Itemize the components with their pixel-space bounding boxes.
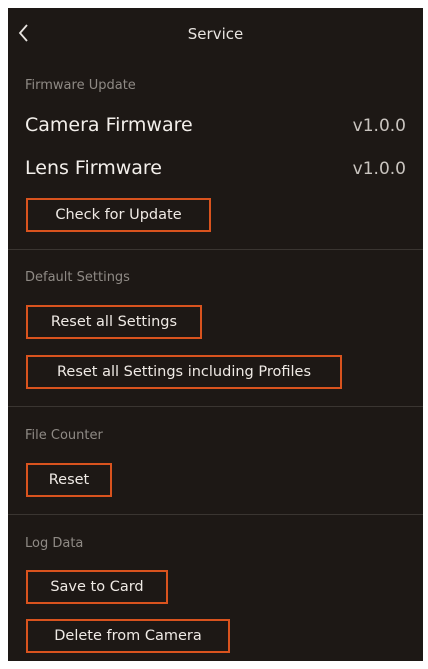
divider	[8, 406, 423, 407]
check-for-update-button[interactable]: Check for Update	[26, 198, 211, 232]
reset-all-settings-button[interactable]: Reset all Settings	[26, 305, 202, 339]
header: Service	[8, 8, 423, 58]
lens-firmware-version: v1.0.0	[352, 159, 406, 179]
section-title-default-settings: Default Settings	[25, 270, 130, 285]
reset-file-counter-button[interactable]: Reset	[26, 463, 112, 497]
divider	[8, 249, 423, 250]
camera-firmware-version: v1.0.0	[352, 116, 406, 136]
section-title-file-counter: File Counter	[25, 428, 103, 443]
camera-firmware-label: Camera Firmware	[25, 114, 193, 136]
reset-all-settings-including-profiles-button[interactable]: Reset all Settings including Profiles	[26, 355, 342, 389]
delete-from-camera-button[interactable]: Delete from Camera	[26, 619, 230, 653]
service-screen: Service Firmware Update Camera Firmware …	[8, 8, 423, 661]
lens-firmware-label: Lens Firmware	[25, 157, 162, 179]
save-to-card-button[interactable]: Save to Card	[26, 570, 168, 604]
section-title-firmware-update: Firmware Update	[25, 78, 136, 93]
divider	[8, 514, 423, 515]
section-title-log-data: Log Data	[25, 536, 84, 551]
page-title: Service	[187, 25, 244, 43]
